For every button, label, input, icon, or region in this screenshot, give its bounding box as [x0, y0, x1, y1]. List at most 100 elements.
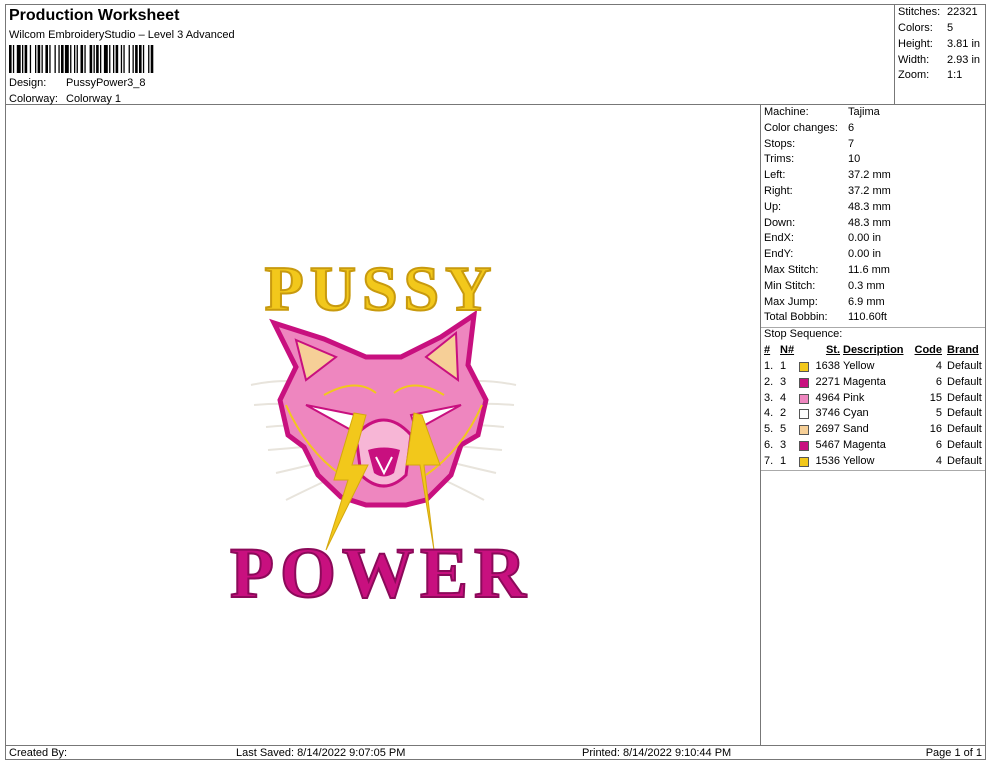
summary-row: Zoom: 1:1 [898, 69, 962, 81]
stop-brand: Default [947, 360, 982, 372]
detail-value: 7 [848, 137, 855, 150]
detail-label: Stops: [764, 137, 796, 150]
col-code: Code [914, 344, 943, 356]
stop-stitches: 5467 [815, 439, 840, 451]
stop-row: 3. 4 4964 Pink 15 Default [764, 392, 984, 407]
stop-code: 6 [935, 439, 942, 451]
worksheet-footer: Created By: Last Saved: 8/14/2022 9:07:0… [6, 745, 985, 760]
color-swatch [799, 425, 809, 436]
detail-row: Up: 48.3 mm [764, 201, 891, 216]
stop-brand: Default [947, 407, 982, 420]
page-number: Page 1 of 1 [925, 747, 982, 759]
detail-value: 110.60ft [848, 311, 887, 324]
color-swatch [799, 362, 809, 372]
summary-label: Height: [898, 38, 933, 50]
detail-row: Min Stitch: 0.3 mm [764, 280, 885, 295]
detail-value: 0.00 in [848, 232, 882, 245]
design-row: Design: PussyPower3_8 [9, 77, 146, 89]
detail-value: 0.00 in [848, 248, 882, 261]
summary-value: 2.93 in [947, 54, 981, 66]
detail-row: Max Jump: 6.9 mm [764, 296, 885, 311]
created-by: Created By: [9, 747, 68, 759]
stop-brand: Default [947, 375, 982, 388]
summary-row: Stitches: 22321 [898, 6, 978, 18]
col-index: # [764, 344, 771, 356]
detail-value: 0.3 mm [848, 279, 885, 292]
stop-brand: Default [947, 439, 982, 451]
colorway-row: Colorway: Colorway 1 [9, 93, 121, 105]
summary-box: Stitches: 22321 Colors: 5 Height: 3.81 in W… [895, 5, 985, 105]
worksheet-frame: Production Worksheet Wilcom EmbroiderySt… [5, 4, 986, 760]
color-swatch [799, 409, 809, 420]
detail-label: Total Bobbin: [764, 311, 828, 324]
detail-value: 6.9 mm [848, 295, 885, 308]
detail-value: 37.2 mm [848, 169, 891, 182]
design-top-text: PUSSY [265, 253, 498, 324]
stop-description: Cyan [843, 407, 869, 420]
stop-row: 7. 1 1536 Yellow 4 Default [764, 455, 984, 470]
stop-index: 4. [764, 407, 774, 420]
summary-label: Zoom: [898, 69, 930, 81]
color-swatch [799, 377, 809, 388]
detail-value: 6 [848, 121, 855, 134]
col-stitches: St. [825, 344, 840, 356]
detail-label: Up: [764, 200, 782, 213]
stop-row: 1. 1 1638 Yellow 4 Default [764, 360, 984, 375]
printed-date: Printed: 8/14/2022 9:10:44 PM [582, 747, 732, 759]
summary-value: 1:1 [947, 69, 963, 81]
barcode [9, 45, 154, 73]
stop-index: 5. [764, 423, 774, 436]
detail-row: Color changes: 6 [764, 122, 854, 137]
detail-row: Max Stitch: 11.6 mm [764, 264, 890, 279]
stop-description: Magenta [843, 375, 886, 388]
stop-index: 2. [764, 375, 774, 388]
detail-label: Machine: [764, 106, 809, 118]
detail-label: Max Jump: [764, 295, 818, 308]
detail-value: 48.3 mm [848, 216, 891, 229]
summary-row: Colors: 5 [898, 22, 953, 34]
stop-row: 2. 3 2271 Magenta 6 Default [764, 376, 984, 391]
color-swatch [799, 456, 809, 467]
detail-label: Trims: [764, 153, 795, 166]
summary-value: 5 [947, 22, 954, 34]
stop-sequence-header: # N# St. Description Code Brand [764, 344, 984, 359]
summary-row: Height: 3.81 in [898, 38, 980, 50]
stop-needle: 5 [780, 423, 787, 436]
color-swatch [799, 393, 809, 404]
detail-label: Right: [764, 185, 793, 197]
stop-brand: Default [947, 454, 982, 467]
cat-head [269, 309, 489, 508]
stop-stitches: 2271 [815, 375, 840, 388]
detail-label: Down: [764, 216, 796, 229]
stop-index: 1. [764, 360, 774, 372]
stop-sequence-title: Stop Sequence: [764, 328, 843, 340]
detail-row: Machine: Tajima [764, 106, 880, 121]
stop-description: Magenta [843, 439, 886, 451]
stop-stitches: 1536 [815, 454, 840, 467]
stop-stitches: 2697 [815, 423, 840, 436]
summary-row: Width: 2.93 in [898, 54, 980, 66]
stop-row: 6. 3 5467 Magenta 6 Default [764, 439, 984, 454]
detail-label: EndY: [764, 248, 794, 261]
stop-row: 5. 5 2697 Sand 16 Default [764, 423, 984, 438]
color-swatch [799, 441, 809, 451]
stop-code: 4 [935, 360, 942, 372]
detail-row: Total Bobbin: 110.60ft [764, 311, 887, 326]
detail-label: Max Stitch: [764, 264, 819, 276]
stop-code: 6 [935, 375, 942, 388]
stop-description: Sand [843, 423, 869, 436]
summary-value: 3.81 in [947, 38, 981, 50]
detail-value: Tajima [848, 106, 880, 118]
detail-row: Trims: 10 [764, 153, 860, 168]
stop-stitches: 3746 [815, 407, 840, 420]
stop-needle: 2 [780, 407, 787, 420]
design-value: PussyPower3_8 [66, 77, 146, 89]
stop-needle: 3 [780, 375, 787, 388]
stop-code: 5 [935, 407, 942, 420]
detail-row: Stops: 7 [764, 138, 854, 153]
detail-row: Down: 48.3 mm [764, 217, 891, 232]
detail-label: Color changes: [764, 121, 838, 134]
design-bottom-text: POWER [230, 533, 532, 613]
stop-description: Yellow [843, 454, 875, 467]
summary-label: Stitches: [898, 6, 941, 18]
